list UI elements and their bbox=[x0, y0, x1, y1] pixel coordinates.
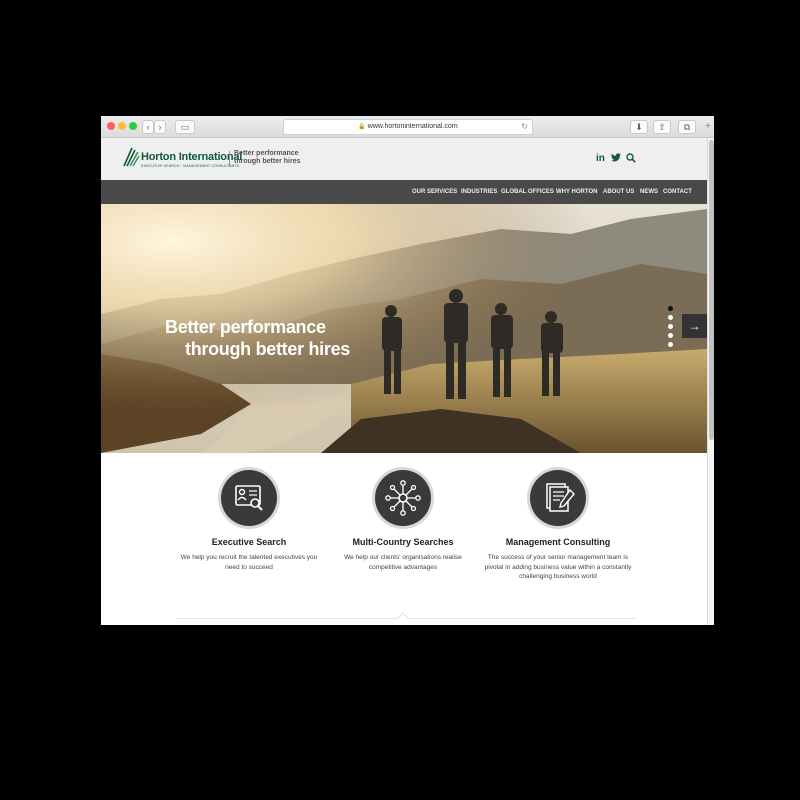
reload-icon[interactable]: ↻ bbox=[521, 120, 528, 134]
service-icon-ring bbox=[218, 467, 280, 529]
address-bar[interactable]: 🔒 www.hortoninternational.com ↻ bbox=[283, 119, 533, 135]
forward-button[interactable]: › bbox=[154, 120, 166, 134]
slider-dot[interactable] bbox=[668, 315, 673, 320]
url-text: www.hortoninternational.com bbox=[367, 123, 458, 130]
share-button[interactable]: ⇧ bbox=[653, 120, 671, 134]
arrow-right-icon: → bbox=[688, 319, 701, 333]
nav-item-contact[interactable]: CONTACT bbox=[663, 189, 692, 195]
sidebar-icon: ▭ bbox=[180, 122, 190, 132]
nav-item-industries[interactable]: INDUSTRIES bbox=[461, 189, 497, 195]
site-header: Horton International EXECUTIVE SEARCH · … bbox=[101, 138, 707, 180]
slider-dot[interactable] bbox=[668, 306, 673, 311]
nav-item-news[interactable]: NEWS bbox=[640, 189, 658, 195]
hero-banner: Better performance through better hires … bbox=[101, 204, 707, 453]
service-icon-ring bbox=[372, 467, 434, 529]
section-caret bbox=[397, 612, 409, 624]
service-icon-ring bbox=[527, 467, 589, 529]
back-button[interactable]: ‹ bbox=[142, 120, 154, 134]
twitter-icon[interactable] bbox=[611, 153, 621, 164]
chevron-left-icon: ‹ bbox=[146, 122, 150, 132]
nav-item-about-us[interactable]: ABOUT US bbox=[603, 189, 634, 195]
service-icon-disc bbox=[221, 470, 277, 526]
tagline-line-1: Better performance bbox=[234, 150, 299, 157]
zoom-window-button[interactable] bbox=[129, 122, 137, 130]
hero-title-line-2: through better hires bbox=[185, 339, 351, 359]
share-icon: ⇧ bbox=[658, 122, 666, 132]
logo-subtitle: EXECUTIVE SEARCH · MANAGEMENT CONSULTANT… bbox=[141, 164, 240, 168]
nav-item-global-offices[interactable]: GLOBAL OFFICES bbox=[501, 189, 554, 195]
plus-icon: + bbox=[705, 121, 711, 132]
service-description: The success of your senior management te… bbox=[484, 554, 632, 580]
service-title[interactable]: Executive Search bbox=[174, 537, 324, 547]
nav-item-why-horton[interactable]: WHY HORTON bbox=[556, 189, 597, 195]
network-hub-icon bbox=[385, 480, 421, 516]
download-icon: ⬇ bbox=[635, 122, 643, 132]
service-icon-disc bbox=[375, 470, 431, 526]
downloads-button[interactable]: ⬇ bbox=[630, 120, 648, 134]
service-description: We help you recruit the talented executi… bbox=[180, 554, 318, 571]
service-title[interactable]: Multi-Country Searches bbox=[328, 537, 478, 547]
slider-dot[interactable] bbox=[668, 333, 673, 338]
scrollbar-thumb[interactable] bbox=[709, 140, 714, 440]
close-window-button[interactable] bbox=[107, 122, 115, 130]
tagline-line-2: through better hires bbox=[234, 158, 301, 165]
linkedin-icon[interactable]: in bbox=[596, 153, 605, 164]
slider-dot[interactable] bbox=[668, 324, 673, 329]
nav-item-our-services[interactable]: OUR SERVICES bbox=[412, 189, 457, 195]
hero-title-line-1: Better performance bbox=[165, 317, 326, 337]
service-title[interactable]: Management Consulting bbox=[483, 537, 633, 547]
lock-icon: 🔒 bbox=[358, 124, 366, 130]
service-description: We help our clients' organisations reali… bbox=[344, 554, 462, 571]
header-tagline: Better performance through better hires bbox=[234, 150, 301, 166]
candidate-profile-icon bbox=[235, 485, 263, 511]
new-tab-button[interactable]: + bbox=[702, 120, 714, 134]
tabs-button[interactable]: ⧉ bbox=[678, 120, 696, 134]
horton-logo-icon[interactable] bbox=[122, 146, 140, 168]
service-icon-disc bbox=[530, 470, 586, 526]
document-pen-icon bbox=[546, 483, 575, 512]
services-section: Executive Search We help you recruit the… bbox=[101, 453, 707, 625]
tabs-icon: ⧉ bbox=[683, 122, 691, 132]
logo-divider bbox=[229, 151, 230, 167]
sidebar-button[interactable]: ▭ bbox=[175, 120, 195, 134]
chevron-right-icon: › bbox=[158, 122, 162, 132]
minimize-window-button[interactable] bbox=[118, 122, 126, 130]
search-icon[interactable] bbox=[626, 153, 636, 166]
browser-window: ‹ › ▭ 🔒 www.hortoninternational.com ↻ ⬇ … bbox=[101, 116, 714, 625]
slider-dots bbox=[668, 306, 673, 351]
main-navigation: OUR SERVICES INDUSTRIES GLOBAL OFFICES W… bbox=[101, 180, 707, 204]
browser-toolbar: ‹ › ▭ 🔒 www.hortoninternational.com ↻ ⬇ … bbox=[101, 116, 714, 138]
scrollbar[interactable] bbox=[707, 138, 714, 625]
slider-dot[interactable] bbox=[668, 342, 673, 347]
slider-next-button[interactable]: → bbox=[682, 314, 707, 338]
logo-name[interactable]: Horton International bbox=[141, 151, 242, 163]
